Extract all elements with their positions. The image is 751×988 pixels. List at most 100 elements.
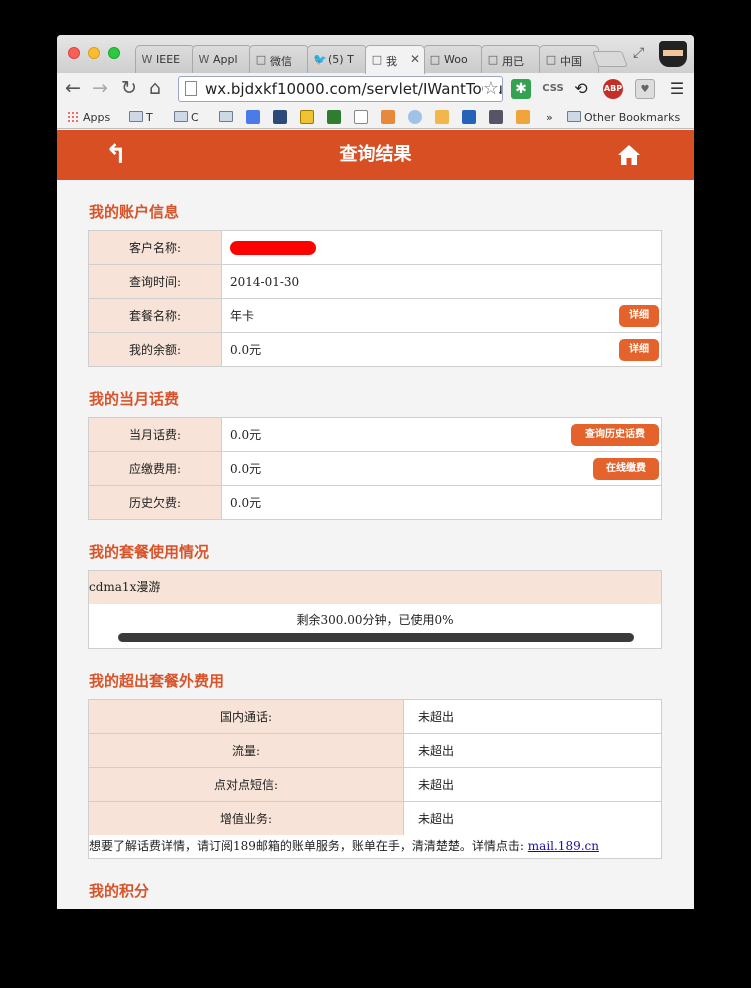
section-title-usage: 我的套餐使用情况 <box>89 543 210 561</box>
bill-service-note: 想要了解话费详情，请订阅189邮箱的账单服务，账单在手，清清楚楚。详情点击: m… <box>88 835 662 859</box>
page-icon: □ <box>255 53 267 66</box>
plan-detail-button[interactable]: 详细 <box>619 305 659 327</box>
bookmark-google[interactable] <box>246 110 260 126</box>
home-browser-icon[interactable]: ⌂ <box>149 77 161 99</box>
forward-arrow-icon[interactable]: → <box>92 77 108 99</box>
table-row: 国内通话: 未超出 <box>88 699 662 734</box>
customer-name-value <box>221 230 662 265</box>
bookmark-sigma[interactable] <box>462 110 476 126</box>
browser-toolbar: ← → ↻ ⌂ wx.bjdxkf10000.com/servlet/IWant… <box>57 73 694 105</box>
address-bar[interactable]: wx.bjdxkf10000.com/servlet/IWantToQuery … <box>178 76 503 102</box>
home-icon[interactable] <box>617 144 641 166</box>
twitter-icon: 🐦 <box>313 53 327 66</box>
tab-active[interactable]: □ 我 ✕ <box>365 45 425 74</box>
table-row: 套餐名称: 年卡 详细 <box>88 298 662 333</box>
close-tab-icon[interactable]: ✕ <box>410 52 420 66</box>
bookmark-page[interactable] <box>354 110 368 126</box>
bookmark-box[interactable] <box>435 110 449 126</box>
table-row: 历史欠费: 0.0元 <box>88 485 662 520</box>
row-value: 0.0元 在线缴费 <box>221 451 662 486</box>
row-label: 客户名称: <box>88 230 222 265</box>
page-icon: □ <box>487 53 499 66</box>
wikipedia-icon: W <box>198 53 210 66</box>
bookmarks-bar: Apps T C » Other Bookmarks <box>57 105 694 129</box>
table-row: 增值业务: 未超出 <box>88 801 662 836</box>
tab-china[interactable]: □ 中国 <box>539 45 599 73</box>
history-bill-button[interactable]: 查询历史话费 <box>571 424 659 446</box>
tab-woo[interactable]: □ Woo <box>423 45 483 73</box>
menu-icon[interactable]: ☰ <box>667 79 687 99</box>
tab-used[interactable]: □ 用已 <box>481 45 541 73</box>
page-icon <box>354 110 368 124</box>
usage-panel: cdma1x漫游 剩余300.00分钟，已使用0% <box>88 570 662 649</box>
apps-grid-icon <box>67 111 79 123</box>
tab-apple[interactable]: W Appl <box>192 45 252 73</box>
bookmark-building[interactable] <box>489 110 503 126</box>
box-icon <box>435 110 449 124</box>
row-label: 点对点短信: <box>88 767 404 802</box>
close-window-button[interactable] <box>68 47 80 59</box>
usage-remaining-text: 剩余300.00分钟，已使用0% <box>296 613 454 627</box>
tab-twitter[interactable]: 🐦 (5) T <box>307 45 367 73</box>
tab-wechat[interactable]: □ 微信 <box>249 45 309 73</box>
row-value: 未超出 <box>403 699 662 734</box>
wikipedia-icon: W <box>141 53 153 66</box>
bookmark-cube[interactable] <box>327 110 341 126</box>
row-label: 应缴费用: <box>88 451 222 486</box>
sync-extension-icon[interactable]: ⟲ <box>571 79 591 99</box>
tab-ieee[interactable]: W IEEE <box>135 45 195 73</box>
bookmark-grid[interactable] <box>516 110 530 126</box>
redacted-name <box>230 240 316 255</box>
row-value: 未超出 <box>403 801 662 836</box>
bookmark-cloud[interactable] <box>408 110 422 126</box>
shield-extension-icon[interactable]: ♥ <box>635 79 655 99</box>
bookmark-star-icon[interactable]: ☆ <box>482 78 499 99</box>
bookmark-tools[interactable] <box>273 110 287 126</box>
bookmarks-overflow[interactable]: » <box>546 110 553 126</box>
css-extension-icon[interactable]: CSS <box>541 79 565 99</box>
fullscreen-icon[interactable]: ⤢ <box>633 45 644 61</box>
cloud-icon <box>408 110 422 124</box>
bookmark-folder-c[interactable]: C <box>174 110 199 126</box>
monthly-table: 当月话费: 0.0元 查询历史话费 应缴费用: 0.0元 在线缴费 历史欠费: … <box>88 417 662 520</box>
pay-online-button[interactable]: 在线缴费 <box>593 458 659 480</box>
bookmark-folder-t[interactable]: T <box>129 110 153 126</box>
new-tab-button[interactable] <box>592 51 628 67</box>
tools-icon <box>273 110 287 124</box>
url-text: wx.bjdxkf10000.com/servlet/IWantToQuery <box>205 80 503 98</box>
page-icon: □ <box>429 53 441 66</box>
bookmark-other[interactable]: Other Bookmarks <box>567 110 680 126</box>
grid-icon <box>516 110 530 124</box>
table-row: 点对点短信: 未超出 <box>88 767 662 802</box>
incognito-avatar-icon <box>659 41 687 67</box>
bookmark-layers[interactable] <box>381 110 395 126</box>
row-label: 增值业务: <box>88 801 404 836</box>
bookmark-note[interactable] <box>300 110 314 126</box>
zoom-window-button[interactable] <box>108 47 120 59</box>
row-value: 年卡 详细 <box>221 298 662 333</box>
folder-icon <box>129 111 143 122</box>
folder-icon <box>567 111 581 122</box>
bookmark-folder[interactable] <box>219 110 236 126</box>
table-row: 查询时间: 2014-01-30 <box>88 264 662 299</box>
balance-detail-button[interactable]: 详细 <box>619 339 659 361</box>
usage-progress-bar <box>118 633 634 642</box>
evernote-extension-icon[interactable]: ✱ <box>511 79 531 99</box>
overage-table: 国内通话: 未超出 流量: 未超出 点对点短信: 未超出 增值业务: 未超出 <box>88 699 662 836</box>
minimize-window-button[interactable] <box>88 47 100 59</box>
section-title-overage: 我的超出套餐外费用 <box>89 672 225 690</box>
tab-strip: W IEEE W Appl □ 微信 🐦 (5) T □ 我 ✕ □ Woo □… <box>57 35 694 74</box>
section-title-points: 我的积分 <box>89 882 150 900</box>
reload-icon[interactable]: ↻ <box>121 77 137 99</box>
section-title-monthly: 我的当月话费 <box>89 390 180 408</box>
back-arrow-icon[interactable]: ← <box>65 77 81 99</box>
browser-window: W IEEE W Appl □ 微信 🐦 (5) T □ 我 ✕ □ Woo □… <box>57 35 694 909</box>
table-row: 客户名称: <box>88 230 662 265</box>
back-icon[interactable]: ↰ <box>105 130 127 180</box>
note-icon <box>300 110 314 124</box>
adblock-extension-icon[interactable]: ABP <box>603 79 623 99</box>
layers-icon <box>381 110 395 124</box>
table-row: 当月话费: 0.0元 查询历史话费 <box>88 417 662 452</box>
bookmark-apps[interactable]: Apps <box>67 110 110 126</box>
mail-189-link[interactable]: mail.189.cn <box>528 839 599 853</box>
